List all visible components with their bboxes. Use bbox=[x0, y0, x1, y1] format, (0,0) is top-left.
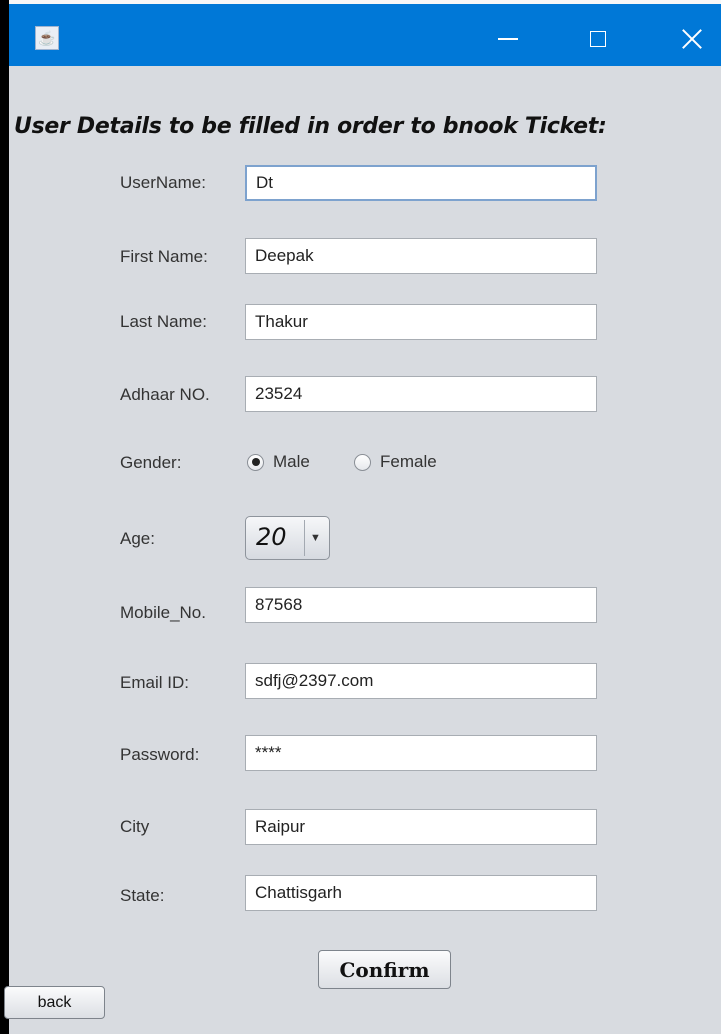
mobile-input[interactable] bbox=[245, 587, 597, 623]
gender-label: Gender: bbox=[120, 453, 182, 472]
password-input[interactable] bbox=[245, 735, 597, 771]
maximize-icon bbox=[590, 31, 606, 47]
close-icon bbox=[682, 29, 702, 49]
gender-female-option[interactable]: Female bbox=[354, 452, 437, 472]
password-label: Password: bbox=[120, 745, 200, 764]
state-label: State: bbox=[120, 886, 165, 905]
last-name-label: Last Name: bbox=[120, 312, 207, 331]
mobile-label: Mobile_No. bbox=[120, 603, 206, 622]
adhaar-label: Adhaar NO. bbox=[120, 385, 210, 404]
city-input[interactable] bbox=[245, 809, 597, 845]
minimize-icon bbox=[498, 38, 518, 40]
adhaar-input[interactable] bbox=[245, 376, 597, 412]
confirm-button[interactable]: Confirm bbox=[318, 950, 451, 989]
maximize-button[interactable] bbox=[553, 8, 643, 70]
java-icon: ☕ bbox=[35, 26, 59, 50]
age-combobox[interactable]: 20 ▼ bbox=[245, 516, 330, 560]
gender-female-radio[interactable] bbox=[354, 453, 371, 471]
age-label: Age: bbox=[120, 529, 155, 548]
state-input[interactable] bbox=[245, 875, 597, 911]
close-button[interactable] bbox=[647, 8, 721, 70]
gender-male-option[interactable]: Male bbox=[247, 452, 310, 472]
chevron-down-icon[interactable]: ▼ bbox=[304, 520, 326, 556]
email-label: Email ID: bbox=[120, 673, 189, 692]
city-label: City bbox=[120, 817, 150, 836]
age-value: 20 bbox=[256, 523, 287, 551]
first-name-input[interactable] bbox=[245, 238, 597, 274]
first-name-label: First Name: bbox=[120, 247, 208, 266]
window-left-border bbox=[0, 0, 9, 1034]
gender-male-radio[interactable] bbox=[247, 453, 264, 471]
form-heading: User Details to be filled in order to bn… bbox=[14, 114, 607, 139]
gender-male-label: Male bbox=[273, 452, 310, 471]
last-name-input[interactable] bbox=[245, 304, 597, 340]
minimize-button[interactable] bbox=[463, 8, 553, 70]
form-panel: User Details to be filled in order to bn… bbox=[4, 66, 721, 1034]
title-bar[interactable]: ☕ bbox=[9, 4, 721, 66]
gender-female-label: Female bbox=[380, 452, 437, 471]
back-button[interactable]: back bbox=[4, 986, 105, 1019]
username-input[interactable] bbox=[245, 165, 597, 201]
username-label: UserName: bbox=[120, 173, 206, 192]
email-input[interactable] bbox=[245, 663, 597, 699]
